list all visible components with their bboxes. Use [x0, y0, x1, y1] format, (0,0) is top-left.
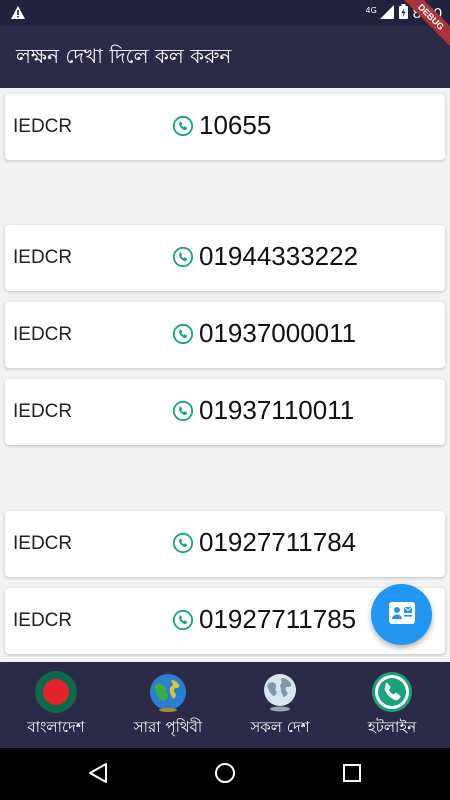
- status-bar: 4G 8:40: [0, 0, 450, 26]
- contact-organization: IEDCR: [13, 533, 73, 554]
- world-map-icon: [258, 670, 302, 714]
- warning-icon: [10, 5, 26, 24]
- contact-number[interactable]: 01944333222: [199, 241, 358, 272]
- contact-number[interactable]: 10655: [199, 110, 271, 141]
- contact-card[interactable]: IEDCR 01937000011: [5, 302, 445, 368]
- contact-organization: IEDCR: [13, 116, 73, 137]
- signal-icon: [379, 4, 394, 23]
- phone-icon[interactable]: [172, 246, 194, 272]
- bottom-navigation: বাংলাদেশ সারা পৃথিবী সকল দেশ হটলাইন: [0, 662, 450, 748]
- nav-item-world[interactable]: সারা পৃথিবী: [112, 662, 224, 748]
- contact-card[interactable]: IEDCR 10655: [5, 94, 445, 160]
- nav-item-hotline[interactable]: হটলাইন: [336, 662, 448, 748]
- globe-icon: [146, 670, 190, 714]
- bangladesh-flag-icon: [34, 670, 78, 714]
- phone-icon[interactable]: [172, 400, 194, 426]
- nav-label: সারা পৃথিবী: [133, 718, 203, 736]
- contact-organization: IEDCR: [13, 324, 73, 345]
- contact-organization: IEDCR: [13, 401, 73, 422]
- contact-card[interactable]: IEDCR 01944333222: [5, 225, 445, 291]
- contact-number[interactable]: 01927711785: [199, 604, 356, 635]
- contact-number[interactable]: 01937110011: [199, 395, 354, 426]
- phone-icon[interactable]: [172, 323, 194, 349]
- app-bar: লক্ষন দেখা দিলে কল করুন: [0, 26, 450, 88]
- nav-label: বাংলাদেশ: [27, 718, 85, 736]
- home-icon[interactable]: [214, 762, 236, 788]
- contact-organization: IEDCR: [13, 247, 73, 268]
- network-type: 4G: [365, 5, 377, 15]
- contact-organization: IEDCR: [13, 610, 73, 631]
- system-navigation-bar: [0, 748, 450, 800]
- phone-icon[interactable]: [172, 115, 194, 141]
- contact-mail-icon: [388, 601, 415, 628]
- page-title: লক্ষন দেখা দিলে কল করুন: [16, 44, 232, 68]
- contact-card[interactable]: IEDCR 01937110011: [5, 379, 445, 445]
- recents-icon[interactable]: [342, 762, 362, 788]
- nav-item-all-countries[interactable]: সকল দেশ: [224, 662, 336, 748]
- nav-item-bangladesh[interactable]: বাংলাদেশ: [0, 662, 112, 748]
- nav-label: হটলাইন: [367, 718, 417, 736]
- nav-label: সকল দেশ: [250, 718, 310, 736]
- phone-icon[interactable]: [172, 609, 194, 635]
- battery-icon: [398, 4, 408, 23]
- back-icon[interactable]: [88, 762, 108, 788]
- phone-icon[interactable]: [172, 532, 194, 558]
- phone-icon: [370, 670, 414, 714]
- contact-card[interactable]: IEDCR 01927711784: [5, 511, 445, 577]
- contact-number[interactable]: 01927711784: [199, 527, 356, 558]
- contact-number[interactable]: 01937000011: [199, 318, 356, 349]
- contact-fab-button[interactable]: [371, 584, 432, 645]
